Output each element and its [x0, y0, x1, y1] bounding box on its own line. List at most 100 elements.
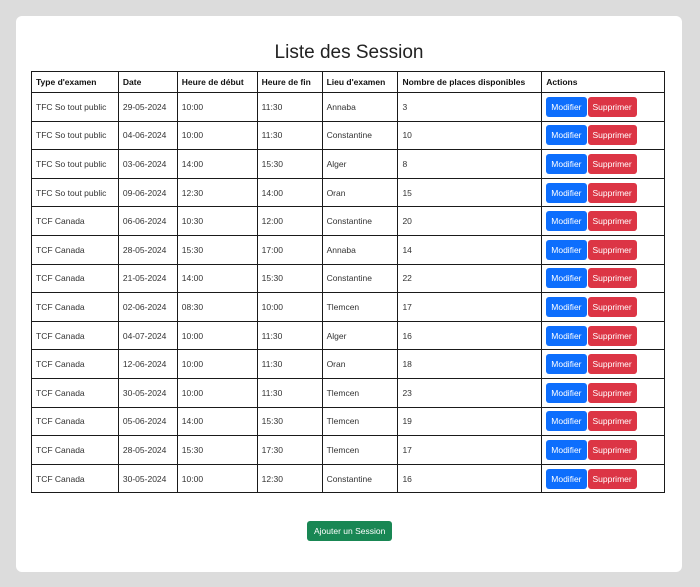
table-row: TCF Canada 04-07-2024 10:00 11:30 Alger 16 Mod… [31, 320, 665, 351]
places-cell: 16 [397, 463, 543, 494]
location-cell: Tlemcen [321, 292, 399, 322]
location-cell: Tlemcen [321, 406, 399, 437]
exam-type-cell: TFC So tout public [31, 92, 119, 122]
location-cell: Annaba [321, 234, 399, 265]
start-time-cell: 10:00 [176, 320, 258, 351]
delete-button[interactable]: Supprimer [587, 268, 637, 289]
exam-type-cell: TCF Canada [31, 263, 119, 294]
date-cell: 04-07-2024 [117, 320, 178, 351]
edit-button[interactable]: Modifier [546, 153, 587, 174]
edit-button[interactable]: Modifier [546, 382, 587, 403]
delete-button[interactable]: Supprimer [587, 96, 637, 117]
end-time-cell: 12:00 [256, 206, 323, 236]
actions-cell: Modifier Supprimer [541, 463, 665, 494]
exam-type-cell: TCF Canada [31, 234, 119, 265]
edit-button[interactable]: Modifier [546, 268, 587, 289]
date-cell: 09-06-2024 [117, 177, 178, 208]
actions-cell: Modifier Supprimer [541, 406, 665, 437]
edit-button[interactable]: Modifier [546, 296, 587, 317]
end-time-cell: 10:00 [256, 292, 323, 322]
delete-button[interactable]: Supprimer [587, 125, 637, 146]
edit-button[interactable]: Modifier [546, 182, 587, 203]
table-row: TCF Canada 05-06-2024 14:00 15:30 Tlemcen 19 M… [31, 406, 665, 437]
actions-cell: Modifier Supprimer [541, 349, 665, 379]
exam-type-cell: TCF Canada [31, 377, 119, 408]
actions-cell: Modifier Supprimer [541, 292, 665, 322]
start-time-cell: 10:30 [176, 206, 258, 236]
exam-type-cell: TFC So tout public [31, 120, 119, 151]
delete-button[interactable]: Supprimer [587, 468, 637, 489]
edit-button[interactable]: Modifier [546, 239, 587, 260]
end-time-cell: 11:30 [256, 120, 323, 151]
delete-button[interactable]: Supprimer [587, 296, 637, 317]
edit-button[interactable]: Modifier [546, 411, 587, 432]
delete-button[interactable]: Supprimer [587, 325, 637, 346]
table-row: TCF Canada 30-05-2024 10:00 11:30 Tlemcen 23 M… [31, 377, 665, 408]
date-cell: 02-06-2024 [117, 292, 178, 322]
edit-button[interactable]: Modifier [546, 468, 587, 489]
delete-button[interactable]: Supprimer [587, 182, 637, 203]
table-row: TFC So tout public 04-06-2024 10:00 11:30 Co… [31, 120, 665, 151]
places-cell: 8 [397, 149, 543, 179]
exam-type-cell: TCF Canada [31, 406, 119, 437]
start-time-cell: 15:30 [176, 435, 258, 465]
page-title: Liste des Session [274, 42, 424, 63]
location-cell: Constantine [321, 263, 399, 294]
start-time-cell: 08:30 [176, 292, 258, 322]
col-header-location: Lieu d'examen [321, 71, 399, 93]
actions-cell: Modifier Supprimer [541, 92, 665, 122]
actions-cell: Modifier Supprimer [541, 177, 665, 208]
exam-type-cell: TCF Canada [31, 320, 119, 351]
delete-button[interactable]: Supprimer [587, 153, 637, 174]
exam-type-cell: TCF Canada [31, 292, 119, 322]
start-time-cell: 10:00 [176, 92, 258, 122]
date-cell: 29-05-2024 [117, 92, 178, 122]
date-cell: 30-05-2024 [117, 463, 178, 494]
table-row: TCF Canada 12-06-2024 10:00 11:30 Oran 18 Modi… [31, 349, 665, 379]
places-cell: 14 [397, 234, 543, 265]
delete-button[interactable]: Supprimer [587, 354, 637, 375]
col-header-end-time: Heure de fin [256, 71, 323, 93]
places-cell: 22 [397, 263, 543, 294]
edit-button[interactable]: Modifier [546, 211, 587, 232]
location-cell: Constantine [321, 463, 399, 494]
edit-button[interactable]: Modifier [546, 354, 587, 375]
edit-button[interactable]: Modifier [546, 125, 587, 146]
date-cell: 04-06-2024 [117, 120, 178, 151]
col-header-date: Date [117, 71, 178, 93]
delete-button[interactable]: Supprimer [587, 439, 637, 460]
location-cell: Alger [321, 149, 399, 179]
exam-type-cell: TFC So tout public [31, 149, 119, 179]
delete-button[interactable]: Supprimer [587, 382, 637, 403]
actions-cell: Modifier Supprimer [541, 435, 665, 465]
end-time-cell: 12:30 [256, 463, 323, 494]
location-cell: Constantine [321, 206, 399, 236]
table-header-row: Type d'examen Date Heure de début Heure … [31, 71, 665, 93]
start-time-cell: 15:30 [176, 234, 258, 265]
edit-button[interactable]: Modifier [546, 325, 587, 346]
date-cell: 05-06-2024 [117, 406, 178, 437]
location-cell: Tlemcen [321, 377, 399, 408]
add-session-button[interactable]: Ajouter un Session [307, 521, 393, 541]
edit-button[interactable]: Modifier [546, 439, 587, 460]
edit-button[interactable]: Modifier [546, 96, 587, 117]
places-cell: 15 [397, 177, 543, 208]
places-cell: 23 [397, 377, 543, 408]
delete-button[interactable]: Supprimer [587, 239, 637, 260]
col-header-actions: Actions [541, 71, 665, 93]
delete-button[interactable]: Supprimer [587, 211, 637, 232]
location-cell: Alger [321, 320, 399, 351]
places-cell: 17 [397, 292, 543, 322]
exam-type-cell: TCF Canada [31, 206, 119, 236]
table-row: TFC So tout public 09-06-2024 12:30 14:00 Or… [31, 177, 665, 208]
end-time-cell: 15:30 [256, 406, 323, 437]
delete-button[interactable]: Supprimer [587, 411, 637, 432]
date-cell: 28-05-2024 [117, 234, 178, 265]
col-header-exam-type: Type d'examen [31, 71, 119, 93]
table-row: TFC So tout public 03-06-2024 14:00 15:30 Al… [31, 149, 665, 179]
start-time-cell: 12:30 [176, 177, 258, 208]
date-cell: 12-06-2024 [117, 349, 178, 379]
end-time-cell: 17:00 [256, 234, 323, 265]
end-time-cell: 15:30 [256, 263, 323, 294]
actions-cell: Modifier Supprimer [541, 320, 665, 351]
